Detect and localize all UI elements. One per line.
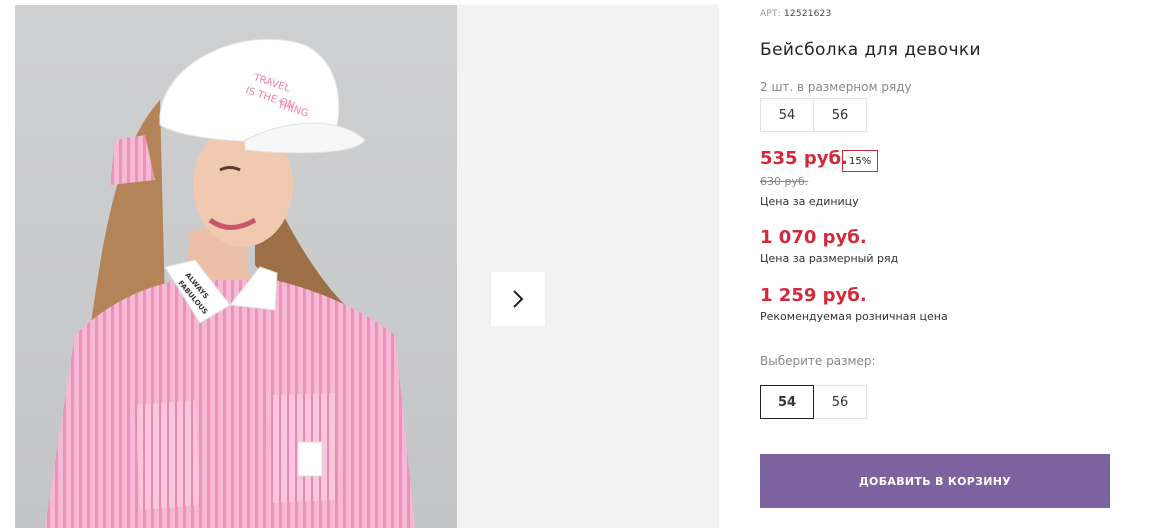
pack-price: 1 070 руб. bbox=[760, 227, 867, 248]
discount-badge: 15% bbox=[842, 150, 879, 172]
unit-price: 535 руб. bbox=[760, 148, 848, 169]
sku-value: 12521623 bbox=[783, 9, 832, 19]
next-image-button[interactable] bbox=[491, 272, 545, 326]
sku: АРТ: 12521623 bbox=[760, 9, 831, 19]
pack-price-label: Цена за размерный ряд bbox=[760, 252, 899, 265]
shirt-pocket-left bbox=[135, 400, 200, 510]
product-gallery: ALWAYS FABULOUS TRAVEL IS THE ON THING bbox=[15, 5, 719, 528]
pack-note: 2 шт. в размерном ряду bbox=[760, 80, 912, 94]
product-photo[interactable]: ALWAYS FABULOUS TRAVEL IS THE ON THING bbox=[15, 5, 457, 528]
sku-label: АРТ: bbox=[760, 9, 781, 19]
choose-size-label: Выберите размер: bbox=[760, 354, 876, 368]
add-to-cart-button[interactable]: ДОБАВИТЬ В КОРЗИНУ bbox=[760, 454, 1110, 508]
size-option-56[interactable]: 56 bbox=[813, 385, 867, 419]
retail-price-label: Рекомендуемая розничная цена bbox=[760, 310, 948, 323]
shirt-label bbox=[297, 441, 323, 477]
pack-size-54: 54 bbox=[760, 98, 814, 132]
size-option-54[interactable]: 54 bbox=[760, 385, 814, 419]
pack-size-56: 56 bbox=[813, 98, 867, 132]
old-price: 630 руб. bbox=[760, 175, 809, 188]
chevron-right-icon bbox=[513, 290, 524, 308]
product-title: Бейсболка для девочки bbox=[760, 40, 981, 60]
pack-sizes: 54 56 bbox=[760, 98, 867, 132]
size-selector: 54 56 bbox=[760, 385, 867, 419]
photo-illustration: ALWAYS FABULOUS TRAVEL IS THE ON THING bbox=[45, 38, 415, 528]
retail-price: 1 259 руб. bbox=[760, 285, 867, 306]
unit-price-label: Цена за единицу bbox=[760, 195, 859, 208]
shirt bbox=[45, 280, 415, 528]
